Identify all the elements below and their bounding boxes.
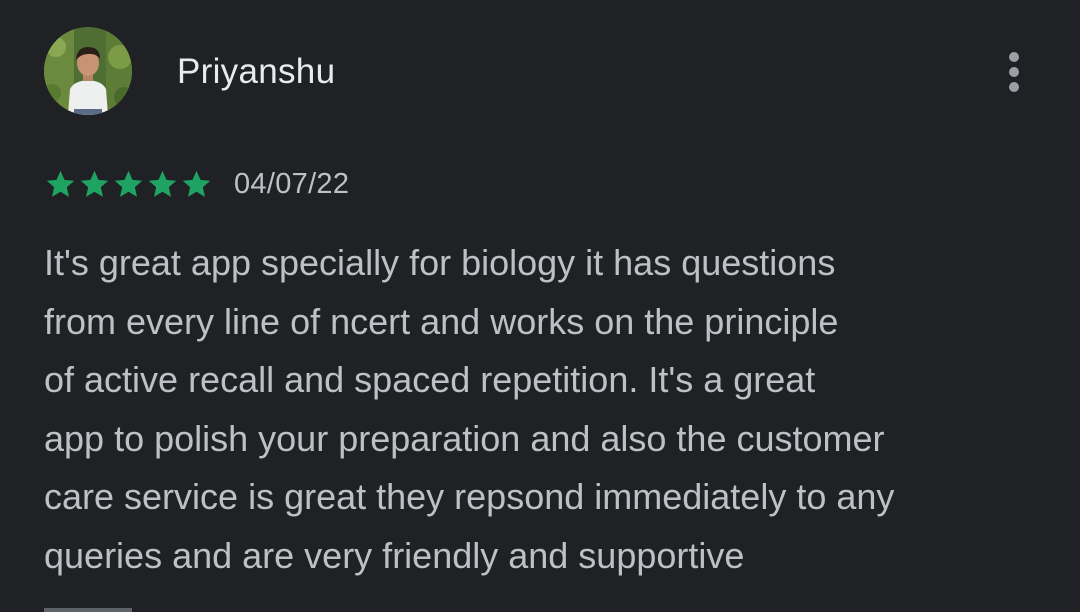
rating-row: 04/07/22 <box>44 164 349 204</box>
review-text-line: app to polish your preparation and also … <box>44 417 885 459</box>
review-text-line: care service is great they repsond immed… <box>44 476 895 518</box>
review-text-line: It's great app specially for biology it … <box>44 242 836 283</box>
review-text: It's great app specially for biology it … <box>44 234 1044 586</box>
user-avatar-photo <box>44 27 132 115</box>
star-icon <box>46 170 75 197</box>
avatar[interactable] <box>44 27 132 115</box>
star-icon <box>80 170 109 197</box>
more-options-button[interactable] <box>998 48 1030 96</box>
review-date: 04/07/22 <box>234 167 350 200</box>
review-text-line: queries and are very friendly and suppor… <box>44 534 745 576</box>
star-icon <box>114 170 143 197</box>
star-icon <box>148 170 177 197</box>
divider <box>44 608 132 612</box>
star-rating <box>44 168 213 201</box>
review-text-line: from every line of ncert and works on th… <box>44 300 839 342</box>
review-text-line: of active recall and spaced repetition. … <box>44 359 816 401</box>
review-card: Priyanshu 04/07/22 It's great app specia… <box>0 0 1080 612</box>
star-icon <box>182 170 211 197</box>
author-name: Priyanshu <box>177 52 336 91</box>
